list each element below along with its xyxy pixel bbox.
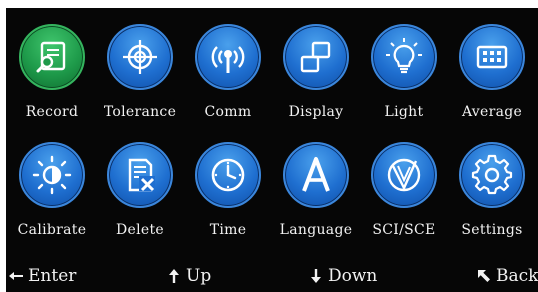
- lightbulb-icon: [371, 24, 437, 90]
- menu-item-label: Average: [461, 104, 523, 120]
- menu-item-label: Display: [288, 104, 344, 120]
- menu-item-label: Calibrate: [17, 222, 87, 238]
- back-hint[interactable]: Back: [476, 266, 538, 286]
- menu-item-label: Light: [384, 104, 424, 120]
- enter-hint[interactable]: Enter: [8, 266, 76, 286]
- back-arrow-icon: [478, 270, 490, 282]
- back-label: Back: [496, 266, 538, 286]
- windows-icon: [283, 24, 349, 90]
- menu-item-label: Language: [279, 222, 353, 238]
- key-hint-bar: Enter Up Down Back: [6, 260, 538, 292]
- menu-item-light[interactable]: Light: [360, 8, 448, 126]
- menu-item-calibrate[interactable]: Calibrate: [8, 126, 96, 244]
- down-arrow-icon: [311, 269, 321, 283]
- down-hint[interactable]: Down: [308, 266, 377, 286]
- delete-doc-icon: [107, 142, 173, 208]
- menu-item-label: Delete: [116, 222, 164, 238]
- menu-item-label: Tolerance: [103, 104, 177, 120]
- enter-arrow-icon: [9, 272, 23, 280]
- record-icon: [19, 24, 85, 90]
- device-screen: Record Tolerance Comm Display Light Aver…: [0, 0, 538, 292]
- menu-item-settings[interactable]: Settings: [448, 126, 536, 244]
- sci-sce-icon: [371, 142, 437, 208]
- gear-icon: [459, 142, 525, 208]
- up-arrow-icon: [169, 269, 179, 283]
- clock-icon: [195, 142, 261, 208]
- menu-item-record[interactable]: Record: [8, 8, 96, 126]
- menu-item-tolerance[interactable]: Tolerance: [96, 8, 184, 126]
- calibrate-icon: [19, 142, 85, 208]
- menu-item-label: SCI/SCE: [372, 222, 436, 238]
- menu-item-delete[interactable]: Delete: [96, 126, 184, 244]
- menu-item-label: Comm: [204, 104, 252, 120]
- menu-item-label: Record: [25, 104, 79, 120]
- letter-a-icon: [283, 142, 349, 208]
- menu-grid: Record Tolerance Comm Display Light Aver…: [6, 8, 538, 260]
- menu-item-sci-sce[interactable]: SCI/SCE: [360, 126, 448, 244]
- menu-item-time[interactable]: Time: [184, 126, 272, 244]
- down-label: Down: [328, 266, 378, 286]
- menu-item-average[interactable]: Average: [448, 8, 536, 126]
- menu-item-label: Time: [209, 222, 247, 238]
- antenna-icon: [195, 24, 261, 90]
- menu-item-display[interactable]: Display: [272, 8, 360, 126]
- menu-panel: Record Tolerance Comm Display Light Aver…: [6, 8, 538, 292]
- menu-item-comm[interactable]: Comm: [184, 8, 272, 126]
- up-hint[interactable]: Up: [166, 266, 211, 286]
- menu-item-language[interactable]: Language: [272, 126, 360, 244]
- menu-item-label: Settings: [461, 222, 523, 238]
- enter-label: Enter: [28, 266, 77, 286]
- crosshair-icon: [107, 24, 173, 90]
- keypad-icon: [459, 24, 525, 90]
- up-label: Up: [186, 266, 212, 286]
